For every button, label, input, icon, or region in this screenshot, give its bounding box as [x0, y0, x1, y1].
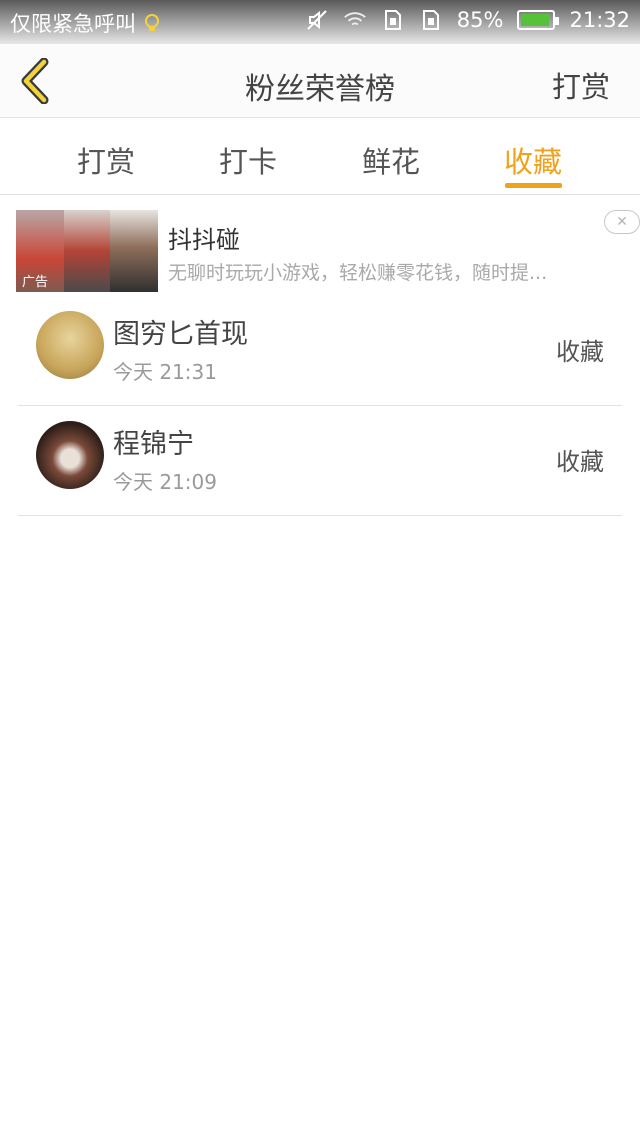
ad-thumbnail: 广告 [16, 210, 158, 292]
avatar[interactable] [36, 311, 104, 379]
ad-banner[interactable]: 广告 抖抖碰 无聊时玩玩小游戏，轻松赚零花钱，随时提... ✕ [16, 210, 640, 294]
item-action-label: 收藏 [556, 338, 604, 366]
status-bar: 仅限紧急呼叫 85% 21:32 [0, 0, 640, 44]
wifi-icon [343, 8, 367, 32]
mute-icon [305, 8, 329, 32]
item-time: 今天 21:09 [113, 470, 217, 494]
ad-tag: 广告 [22, 275, 49, 290]
tab-tip[interactable]: 打赏 [46, 139, 166, 181]
tab-favorites[interactable]: 收藏 [473, 139, 593, 181]
avatar[interactable] [36, 421, 104, 489]
tab-checkin[interactable]: 打卡 [188, 139, 308, 181]
sim2-icon [419, 8, 443, 32]
header: 粉丝荣誉榜 打赏 [0, 44, 640, 118]
notification-text: 仅限紧急呼叫 [10, 12, 136, 36]
status-left: 仅限紧急呼叫 [10, 8, 164, 38]
list-item[interactable]: 图穷匕首现 今天 21:31 收藏 [18, 296, 622, 406]
battery-icon [517, 10, 560, 30]
user-name: 程锦宁 [113, 429, 194, 460]
status-right: 85% 21:32 [305, 8, 630, 32]
clock: 21:32 [569, 8, 630, 32]
ad-close-button[interactable]: ✕ [604, 210, 640, 234]
list-item[interactable]: 程锦宁 今天 21:09 收藏 [18, 406, 622, 516]
tip-button[interactable]: 打赏 [552, 64, 610, 106]
user-name: 图穷匕首现 [113, 319, 248, 350]
ad-title: 抖抖碰 [168, 226, 240, 254]
active-tab-indicator [505, 183, 562, 188]
item-time: 今天 21:31 [113, 360, 217, 384]
favorites-list: 图穷匕首现 今天 21:31 收藏 程锦宁 今天 21:09 收藏 [18, 296, 622, 516]
tab-flowers[interactable]: 鲜花 [331, 139, 451, 181]
close-icon: ✕ [616, 214, 628, 230]
item-action-label: 收藏 [556, 448, 604, 476]
bulb-icon [140, 11, 164, 35]
sim1-icon [381, 8, 405, 32]
page-title: 粉丝荣誉榜 [245, 72, 395, 107]
ad-description: 无聊时玩玩小游戏，轻松赚零花钱，随时提... [168, 262, 548, 284]
battery-percent: 85% [456, 8, 504, 32]
